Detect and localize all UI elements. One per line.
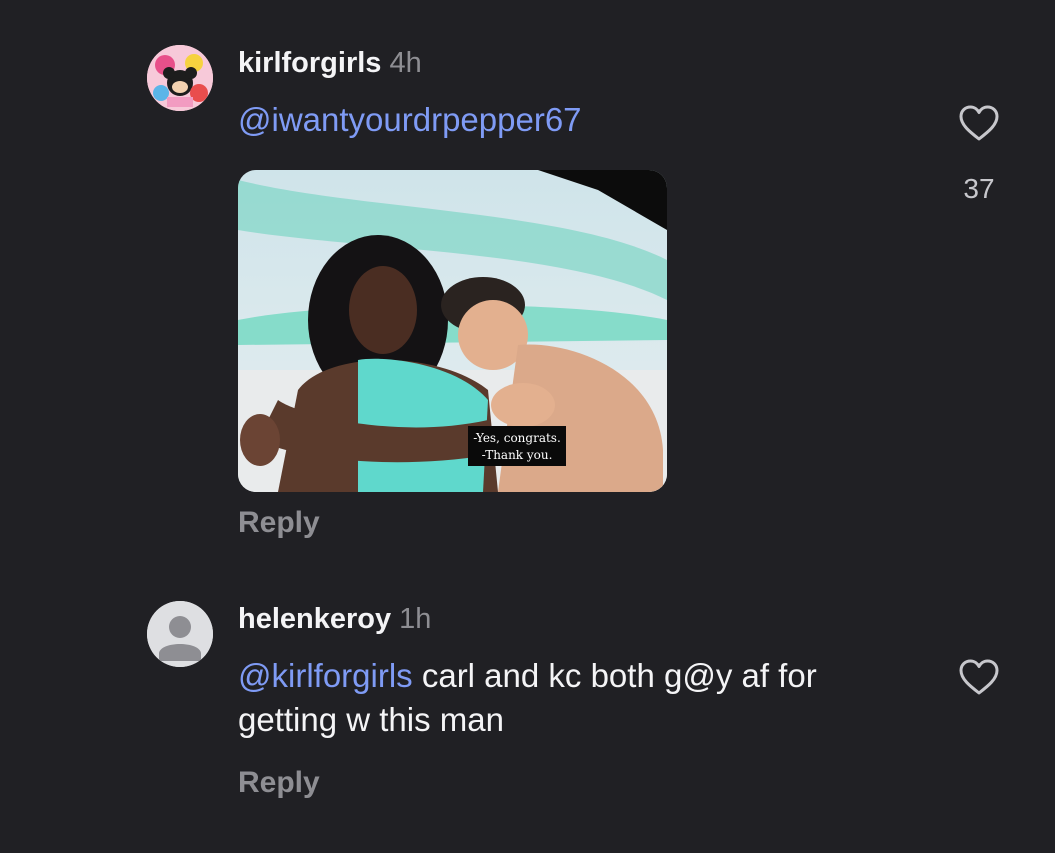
subtitle-line: -Thank you. xyxy=(482,448,553,462)
comment-image[interactable]: -Yes, congrats. -Thank you. xyxy=(238,170,667,492)
mention-link[interactable]: @iwantyourdrpepper67 xyxy=(238,101,582,138)
comment-username[interactable]: kirlforgirls 4h xyxy=(238,47,422,80)
user-avatar[interactable] xyxy=(147,45,213,111)
tv-still-image: -Yes, congrats. -Thank you. xyxy=(238,170,667,492)
comment-timestamp: 1h xyxy=(399,603,432,635)
cartoon-avatar-icon xyxy=(147,45,213,111)
heart-icon[interactable] xyxy=(958,658,1000,696)
subtitle-line: -Yes, congrats. xyxy=(473,431,561,445)
default-user-avatar-icon xyxy=(147,601,213,667)
comment-timestamp: 4h xyxy=(389,47,422,79)
comment-text: @iwantyourdrpepper67 xyxy=(238,98,582,142)
mention-link[interactable]: @kirlforgirls xyxy=(238,657,413,694)
comment-text: @kirlforgirls carl and kc both g@y af fo… xyxy=(238,654,918,742)
reply-button[interactable]: Reply xyxy=(238,506,320,540)
username-text[interactable]: helenkeroy xyxy=(238,603,391,635)
comment-username[interactable]: helenkeroy 1h xyxy=(238,603,431,636)
reply-button[interactable]: Reply xyxy=(238,766,320,800)
heart-icon[interactable] xyxy=(958,104,1000,142)
user-avatar[interactable] xyxy=(147,601,213,667)
like-count: 37 xyxy=(963,173,995,204)
username-text[interactable]: kirlforgirls xyxy=(238,47,381,79)
comment-thread: kirlforgirls 4h @iwantyourdrpepper67 -Ye… xyxy=(0,0,1055,853)
